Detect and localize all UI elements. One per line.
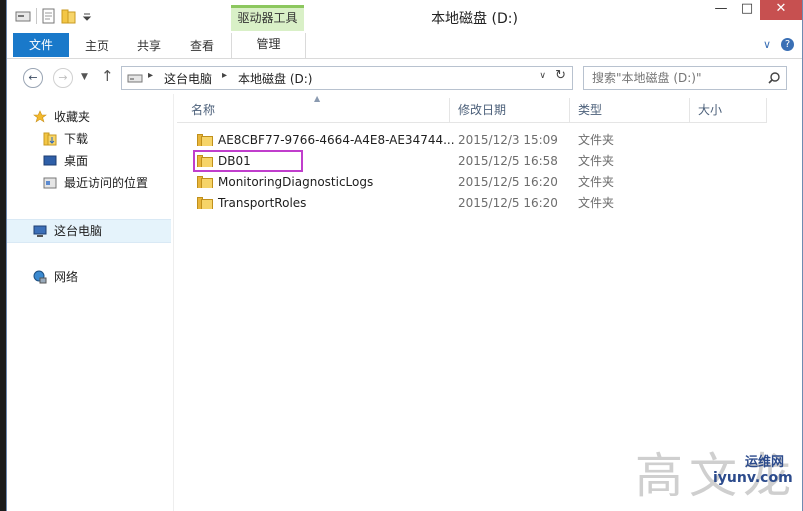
computer-icon [33,225,47,237]
search-input[interactable] [590,70,764,86]
breadcrumb-this-pc[interactable]: 这台电脑 [164,70,212,87]
file-row[interactable]: TransportRoles 2015/12/5 16:20 文件夹 [177,193,767,213]
column-name-header[interactable]: 名称 [183,98,443,122]
properties-icon[interactable] [15,9,31,23]
star-icon [33,110,47,123]
nav-recent-places-label: 最近访问的位置 [64,176,149,190]
downloads-icon [43,132,57,146]
recent-locations-dropdown-icon[interactable]: ▼ [81,72,88,82]
column-type-header[interactable]: 类型 [570,98,688,122]
column-separator[interactable] [766,98,767,122]
file-date: 2015/12/5 16:20 [458,175,558,189]
column-header: ▲ 名称 修改日期 类型 大小 [177,94,767,123]
minimize-button[interactable]: — [708,0,734,20]
folder-icon [197,197,213,209]
nav-this-pc-label: 这台电脑 [54,224,103,238]
annotation-highlight-box [193,150,303,172]
search-box[interactable] [583,66,787,90]
network-icon [33,270,47,284]
desktop-icon [43,155,57,166]
window-title: 本地磁盘 (D:) [431,11,518,27]
tab-manage[interactable]: 管理 [231,33,306,58]
navigation-bar: ← → ▼ ↑ ▸ 这台电脑 ▸ 本地磁盘 (D:) ∨ ↻ [7,62,802,94]
file-date: 2015/12/5 16:20 [458,196,558,210]
back-button[interactable]: ← [23,68,43,88]
column-size-header[interactable]: 大小 [690,98,766,122]
nav-this-pc[interactable]: 这台电脑 [7,219,171,243]
address-dropdown-icon[interactable]: ∨ [539,71,546,81]
recent-places-icon [43,177,57,189]
search-icon[interactable] [768,72,780,84]
folder-icon [197,134,213,146]
nav-network-label: 网络 [54,270,79,284]
file-type: 文件夹 [578,154,615,168]
file-row[interactable]: MonitoringDiagnosticLogs 2015/12/5 16:20… [177,172,767,192]
new-folder-icon[interactable] [61,8,77,24]
nav-desktop-label: 桌面 [64,154,89,168]
quick-access-toolbar [15,8,92,24]
file-type: 文件夹 [578,175,615,189]
address-bar[interactable]: ▸ 这台电脑 ▸ 本地磁盘 (D:) ∨ ↻ [121,66,573,90]
file-name: TransportRoles [218,196,307,210]
site-watermark-name: 运维网 [745,455,785,470]
nav-favorites[interactable]: 收藏夹 [7,106,171,128]
up-arrow-icon[interactable]: ↑ [101,67,114,85]
window-controls: — □ ✕ [708,0,802,20]
maximize-button[interactable]: □ [734,0,760,20]
new-document-icon[interactable] [42,8,56,24]
customize-dropdown-icon[interactable] [82,9,92,23]
navigation-pane: 收藏夹 下载 桌面 最近访问的位置 这台电脑 网络 [7,98,171,511]
refresh-icon[interactable]: ↻ [555,68,566,83]
nav-recent-places[interactable]: 最近访问的位置 [7,172,171,194]
nav-desktop[interactable]: 桌面 [7,150,171,172]
column-modified-header[interactable]: 修改日期 [450,98,568,122]
breadcrumb-chevron-icon[interactable]: ▸ [148,70,153,81]
folder-icon [197,176,213,188]
tab-view[interactable]: 查看 [177,35,227,57]
file-name: MonitoringDiagnosticLogs [218,175,374,189]
file-type: 文件夹 [578,133,615,147]
ribbon-controls: ∨ ? [763,38,794,51]
drive-tools-context-label: 驱动器工具 [231,5,304,31]
drive-icon [127,74,143,83]
explorer-window: 驱动器工具 本地磁盘 (D:) — □ ✕ 文件 主页 共享 查看 管理 ∨ ?… [6,0,803,511]
file-date: 2015/12/5 16:58 [458,154,558,168]
file-date: 2015/12/3 15:09 [458,133,558,147]
nav-downloads-label: 下载 [64,132,89,146]
forward-button[interactable]: → [53,68,73,88]
file-row[interactable]: AE8CBF77-9766-4664-A4E8-AE34744... 2015/… [177,130,767,150]
nav-network[interactable]: 网络 [7,266,171,288]
ribbon-tabs: 文件 主页 共享 查看 管理 ∨ ? [7,32,802,59]
nav-downloads[interactable]: 下载 [7,128,171,150]
file-name: AE8CBF77-9766-4664-A4E8-AE34744... [218,133,455,147]
title-bar: 驱动器工具 本地磁盘 (D:) — □ ✕ [7,0,802,32]
help-icon[interactable]: ? [781,38,794,51]
breadcrumb-chevron-icon[interactable]: ▸ [222,70,227,81]
site-watermark-url: iyunv.com [713,470,793,486]
file-type: 文件夹 [578,196,615,210]
tab-share[interactable]: 共享 [125,35,173,57]
pane-divider[interactable] [173,94,174,511]
nav-favorites-label: 收藏夹 [54,110,91,124]
tab-file[interactable]: 文件 [13,33,69,57]
close-button[interactable]: ✕ [760,0,802,20]
toolbar-separator [36,8,37,24]
breadcrumb-local-disk[interactable]: 本地磁盘 (D:) [238,70,312,87]
ribbon-expand-icon[interactable]: ∨ [763,38,771,51]
tab-home[interactable]: 主页 [73,35,121,57]
